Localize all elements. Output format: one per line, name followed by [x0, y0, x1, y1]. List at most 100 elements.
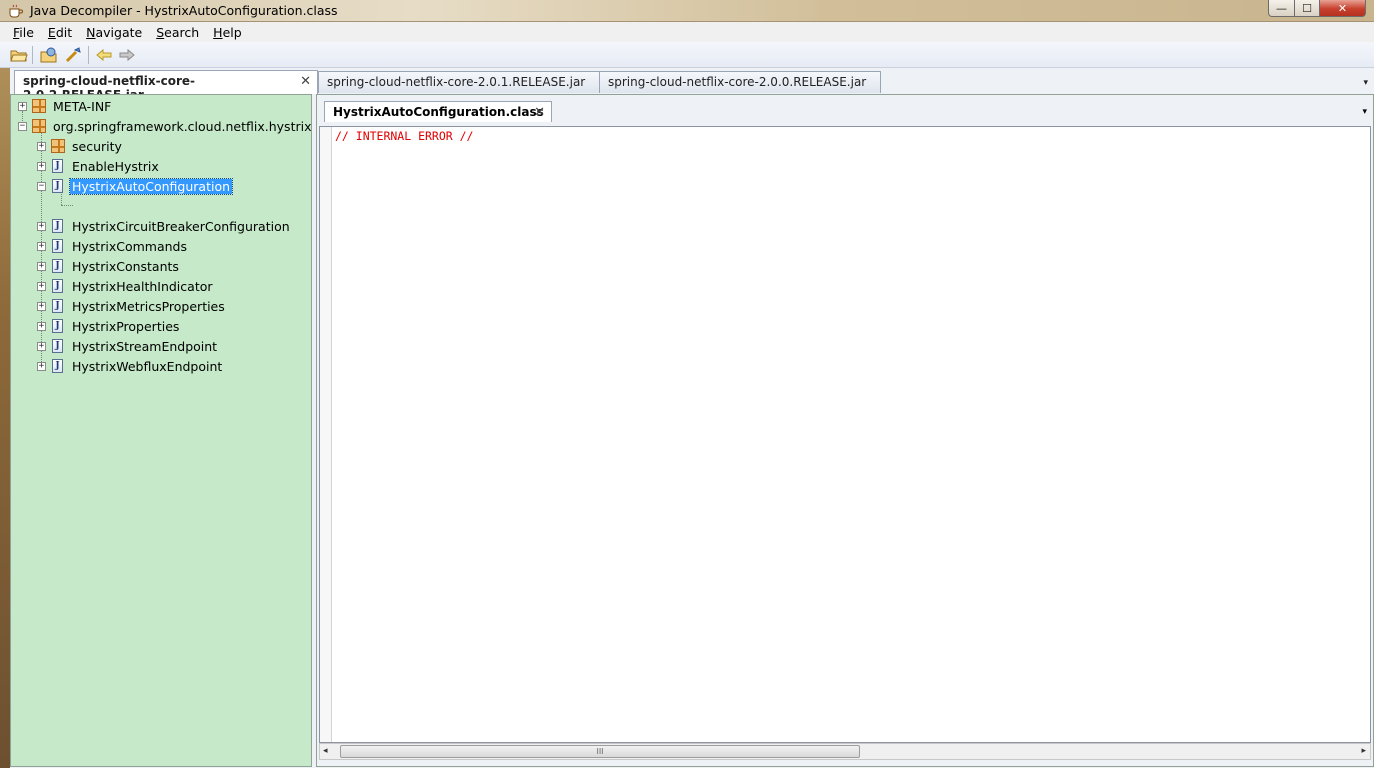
- minimize-button[interactable]: —: [1268, 0, 1295, 17]
- tree-node-security[interactable]: + security: [37, 137, 124, 155]
- horizontal-scrollbar[interactable]: ◂ III ▸: [319, 743, 1371, 760]
- tree-node-label: HystrixCircuitBreakerConfiguration: [72, 218, 290, 234]
- menu-label: elp: [222, 24, 242, 40]
- tab-jar-2-0-0[interactable]: spring-cloud-netflix-core-2.0.0.RELEASE.…: [599, 71, 881, 93]
- tree-node-label: EnableHystrix: [72, 158, 159, 174]
- tree-node-label: HystrixAutoConfiguration: [68, 177, 234, 195]
- menu-navigate[interactable]: Navigate: [79, 25, 149, 40]
- tree-node-class[interactable]: + J HystrixStreamEndpoint: [37, 337, 219, 355]
- tab-list-dropdown-icon[interactable]: ▾: [1363, 78, 1368, 88]
- tree-node-class-selected[interactable]: − J HystrixAutoConfiguration: [37, 177, 234, 195]
- package-icon: [51, 139, 65, 153]
- class-tab-strip: HystrixAutoConfiguration.class ✕ ▾: [317, 101, 1373, 122]
- tree-node-label: HystrixMetricsProperties: [72, 298, 225, 314]
- menu-edit[interactable]: Edit: [41, 25, 79, 40]
- collapse-icon[interactable]: −: [37, 181, 46, 191]
- back-arrow-icon[interactable]: [95, 47, 113, 63]
- close-tab-icon[interactable]: ✕: [300, 74, 311, 89]
- tab-label: HystrixAutoConfiguration.class: [333, 105, 544, 119]
- search-type-icon[interactable]: [64, 47, 82, 63]
- tree-node-label: org.springframework.cloud.netflix.hystri…: [53, 118, 312, 134]
- window-title: Java Decompiler - HystrixAutoConfigurati…: [30, 3, 338, 18]
- close-tab-icon[interactable]: ✕: [534, 105, 545, 120]
- minimize-icon: —: [1276, 1, 1287, 15]
- collapse-icon[interactable]: −: [18, 121, 27, 131]
- open-type-icon[interactable]: [40, 47, 58, 63]
- expand-icon[interactable]: +: [37, 321, 46, 331]
- tree-node-label: HystrixProperties: [72, 318, 180, 334]
- toolbar: [0, 42, 1374, 68]
- tree-node-label: HystrixCommands: [72, 238, 187, 254]
- maximize-icon: ☐: [1302, 1, 1312, 15]
- tab-jar-2-0-2[interactable]: spring-cloud-netflix-core-2.0.2.RELEASE.…: [14, 70, 318, 102]
- close-window-button[interactable]: ✕: [1319, 0, 1366, 17]
- menu-search[interactable]: Search: [149, 25, 206, 40]
- tree-node-class[interactable]: + J EnableHystrix: [37, 157, 161, 175]
- menu-mnemonic: S: [156, 24, 165, 40]
- tree-node-class[interactable]: + J HystrixMetricsProperties: [37, 297, 227, 315]
- source-code-view[interactable]: // INTERNAL ERROR //: [319, 126, 1371, 743]
- menu-mnemonic: E: [47, 24, 56, 40]
- expand-icon[interactable]: +: [37, 141, 46, 151]
- menu-label: avigate: [95, 24, 143, 40]
- jar-tab-strip: spring-cloud-netflix-core-2.0.2.RELEASE.…: [10, 70, 1374, 102]
- tree-node-label: HystrixHealthIndicator: [72, 278, 213, 294]
- scroll-thumb[interactable]: III: [340, 745, 860, 758]
- editor-panel: HystrixAutoConfiguration.class ✕ ▾ // IN…: [316, 94, 1374, 767]
- menu-file[interactable]: File: [0, 25, 41, 40]
- window-title-bar[interactable]: Java Decompiler - HystrixAutoConfigurati…: [0, 0, 1374, 22]
- expand-icon[interactable]: +: [37, 281, 46, 291]
- expand-icon[interactable]: +: [37, 301, 46, 311]
- expand-icon[interactable]: +: [18, 101, 27, 111]
- maximize-button[interactable]: ☐: [1294, 0, 1320, 17]
- tree-node-class[interactable]: + J HystrixHealthIndicator: [37, 277, 215, 295]
- java-class-icon: J: [52, 159, 63, 173]
- tree-node-label: HystrixWebfluxEndpoint: [72, 358, 223, 374]
- tree-node-label: HystrixConstants: [72, 258, 179, 274]
- expand-icon[interactable]: +: [37, 241, 46, 251]
- close-icon: ✕: [1337, 1, 1348, 15]
- forward-arrow-icon[interactable]: [118, 47, 136, 63]
- tree-node-meta-inf[interactable]: + META-INF: [18, 97, 113, 115]
- tab-label: spring-cloud-netflix-core-2.0.0.RELEASE.…: [608, 75, 867, 89]
- menu-mnemonic: H: [213, 24, 223, 40]
- open-file-icon[interactable]: [10, 47, 28, 63]
- package-tree[interactable]: + META-INF − org.springframework.cloud.n…: [10, 94, 312, 767]
- expand-icon[interactable]: +: [37, 261, 46, 271]
- package-icon: [32, 119, 46, 133]
- menu-label: dit: [55, 24, 73, 40]
- menu-mnemonic: N: [86, 24, 96, 40]
- tree-connector: [61, 205, 73, 206]
- java-class-icon: J: [52, 359, 63, 373]
- menu-label: earch: [164, 24, 200, 40]
- coffee-cup-icon: [9, 4, 23, 18]
- expand-icon[interactable]: +: [37, 161, 46, 171]
- expand-icon[interactable]: +: [37, 361, 46, 371]
- java-class-icon: J: [52, 179, 63, 193]
- expand-icon[interactable]: +: [37, 341, 46, 351]
- tree-node-class[interactable]: + J HystrixCommands: [37, 237, 189, 255]
- menu-help[interactable]: Help: [206, 25, 249, 40]
- menu-label: ile: [19, 24, 34, 40]
- expand-icon[interactable]: +: [37, 221, 46, 231]
- tree-node-class[interactable]: + J HystrixProperties: [37, 317, 181, 335]
- java-class-icon: J: [52, 299, 63, 313]
- java-class-icon: J: [52, 319, 63, 333]
- menu-bar: File Edit Navigate Search Help: [0, 22, 1374, 42]
- scroll-left-icon[interactable]: ◂: [323, 746, 328, 756]
- scroll-right-icon[interactable]: ▸: [1361, 746, 1366, 756]
- tree-node-class[interactable]: + J HystrixWebfluxEndpoint: [37, 357, 224, 375]
- tree-node-package[interactable]: − org.springframework.cloud.netflix.hyst…: [18, 117, 313, 135]
- tree-node-class[interactable]: + J HystrixConstants: [37, 257, 181, 275]
- jar-tab-container: spring-cloud-netflix-core-2.0.2.RELEASE.…: [10, 68, 1374, 768]
- line-gutter: [320, 127, 332, 742]
- tree-node-label: security: [72, 138, 122, 154]
- package-icon: [32, 99, 46, 113]
- tab-label: spring-cloud-netflix-core-2.0.1.RELEASE.…: [327, 75, 586, 89]
- java-class-icon: J: [52, 279, 63, 293]
- tab-list-dropdown-icon[interactable]: ▾: [1362, 107, 1367, 117]
- tab-class-file[interactable]: HystrixAutoConfiguration.class ✕: [324, 101, 552, 122]
- tree-node-class[interactable]: + J HystrixCircuitBreakerConfiguration: [37, 217, 292, 235]
- java-class-icon: J: [52, 259, 63, 273]
- tab-jar-2-0-1[interactable]: spring-cloud-netflix-core-2.0.1.RELEASE.…: [318, 71, 600, 93]
